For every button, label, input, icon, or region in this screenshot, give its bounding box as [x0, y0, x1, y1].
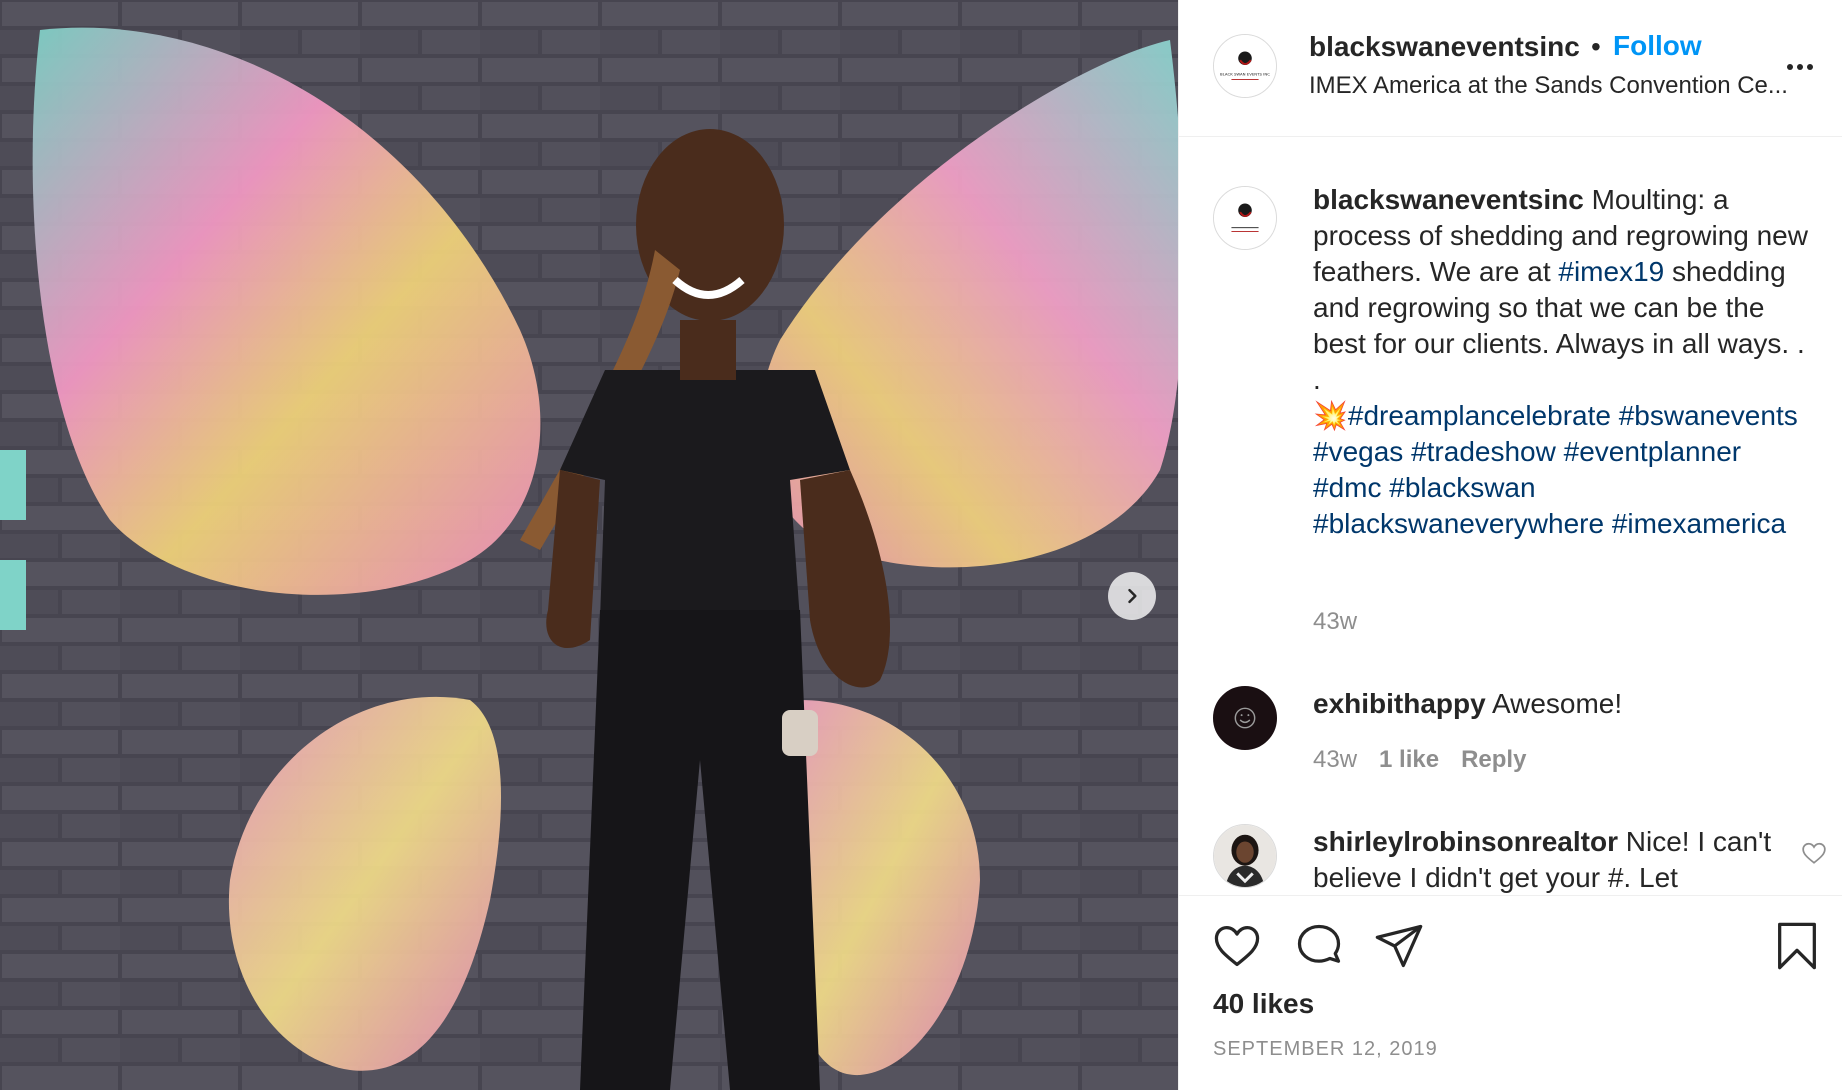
bookmark-icon[interactable] [1771, 920, 1823, 972]
hashtag[interactable]: #dmc [1313, 472, 1381, 503]
hashtag[interactable]: #blackswaneverywhere [1313, 508, 1604, 539]
explosion-emoji: 💥 [1313, 400, 1348, 431]
comment-username[interactable]: shirleylrobinsonrealtor [1313, 826, 1618, 857]
black-swan-logo: BLACK SWAN EVENTS INC [1214, 35, 1276, 97]
next-photo-button[interactable] [1108, 572, 1156, 620]
post-location[interactable]: IMEX America at the Sands Convention Ce.… [1309, 72, 1809, 100]
post-header: BLACK SWAN EVENTS INC blackswaneventsinc… [1179, 0, 1842, 137]
share-icon[interactable] [1373, 920, 1425, 972]
comments-section[interactable]: blackswaneventsinc Moulting: a process o… [1179, 138, 1842, 894]
more-options-icon [1787, 64, 1813, 70]
reply-button[interactable]: Reply [1461, 746, 1526, 773]
post-side-panel: BLACK SWAN EVENTS INC blackswaneventsinc… [1178, 0, 1842, 1090]
black-swan-logo [1214, 187, 1276, 249]
hashtag[interactable]: #blackswan [1389, 472, 1535, 503]
author-avatar[interactable]: BLACK SWAN EVENTS INC [1213, 34, 1277, 98]
post-date[interactable]: SEPTEMBER 12, 2019 [1213, 1038, 1438, 1061]
caption-dot-line: . [1313, 364, 1321, 395]
comment-icon[interactable] [1293, 920, 1345, 972]
like-comment-icon[interactable] [1801, 840, 1827, 866]
author-username[interactable]: blackswaneventsinc [1309, 31, 1580, 63]
caption-avatar[interactable] [1213, 186, 1277, 250]
likes-count[interactable]: 40 likes [1213, 988, 1314, 1020]
post-photo[interactable] [0, 0, 1178, 1090]
heart-icon[interactable] [1211, 920, 1263, 972]
post-caption: blackswaneventsinc Moulting: a process o… [1313, 182, 1813, 542]
hashtag[interactable]: #imexamerica [1612, 508, 1786, 539]
comment-body: Awesome! [1485, 688, 1623, 719]
commenter-avatar[interactable] [1213, 824, 1277, 888]
post-actions: 40 likes SEPTEMBER 12, 2019 [1179, 895, 1842, 1090]
follow-button[interactable]: Follow [1613, 30, 1702, 62]
caption-hashtags: 💥#dreamplancelebrate #bswanevents #vegas… [1313, 398, 1813, 542]
hashtag[interactable]: #vegas [1313, 436, 1403, 467]
commenter-avatar[interactable] [1213, 686, 1277, 750]
hashtag[interactable]: #bswanevents [1619, 400, 1798, 431]
svg-text:BLACK SWAN EVENTS INC: BLACK SWAN EVENTS INC [1220, 72, 1270, 77]
comment-text: exhibithappy Awesome! [1313, 686, 1773, 722]
more-options-button[interactable] [1783, 50, 1817, 84]
hashtag-imex19[interactable]: #imex19 [1558, 256, 1664, 287]
comment-meta: 43w 1 like Reply [1313, 746, 1548, 774]
instagram-post-view: BLACK SWAN EVENTS INC blackswaneventsinc… [0, 0, 1842, 1090]
caption-timestamp[interactable]: 43w [1313, 608, 1357, 636]
comment-timestamp[interactable]: 43w [1313, 746, 1357, 773]
hashtag[interactable]: #dreamplancelebrate [1348, 400, 1611, 431]
chevron-right-icon [1128, 588, 1137, 604]
hashtag[interactable]: #tradeshow [1411, 436, 1556, 467]
smiley-icon [1234, 707, 1256, 729]
comment-text: shirleylrobinsonrealtor Nice! I can't be… [1313, 824, 1773, 894]
caption-username[interactable]: blackswaneventsinc [1313, 184, 1584, 215]
comment-username[interactable]: exhibithappy [1313, 688, 1486, 719]
photo-scene [0, 0, 1178, 1090]
header-separator: • [1591, 31, 1601, 62]
profile-photo [1214, 825, 1276, 887]
hashtag[interactable]: #eventplanner [1564, 436, 1741, 467]
comment-likes[interactable]: 1 like [1379, 746, 1439, 773]
